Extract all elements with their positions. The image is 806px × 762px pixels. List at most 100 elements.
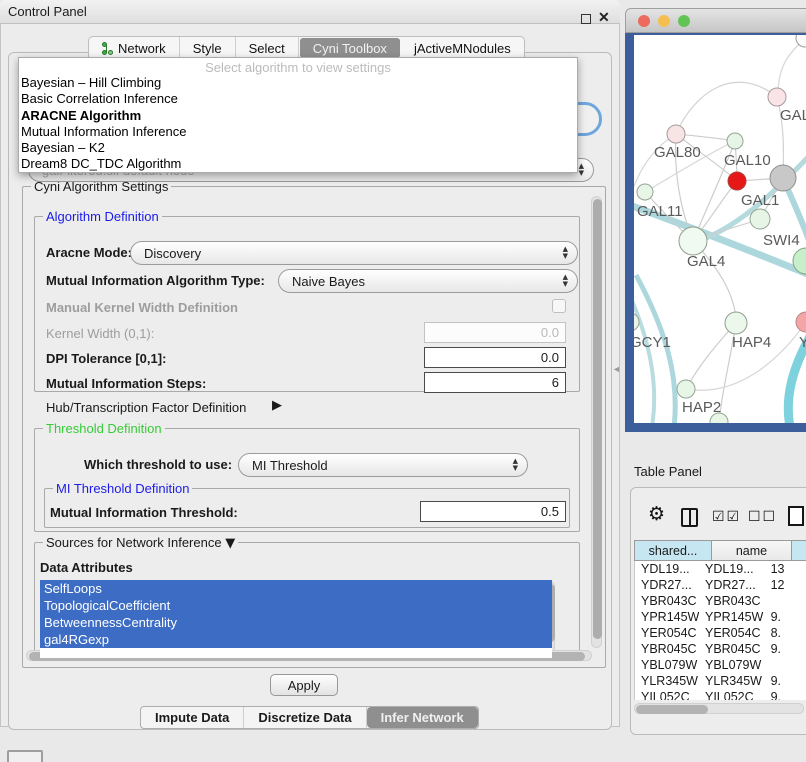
deselect-all-icon[interactable]: ☐☐ <box>748 509 777 525</box>
network-node[interactable] <box>637 184 653 200</box>
network-node[interactable] <box>725 312 747 334</box>
mi-steps-label: Mutual Information Steps: <box>46 376 206 391</box>
kernel-width-field[interactable]: 0.0 <box>424 322 566 343</box>
table-row[interactable]: YDR27...YDR27...12 <box>635 577 806 593</box>
table-cell: YIL052C <box>699 689 765 700</box>
table-row[interactable]: YLR345WYLR345W9. <box>635 673 806 689</box>
tab-cyni-toolbox[interactable]: Cyni Toolbox <box>300 38 400 58</box>
network-node[interactable] <box>679 227 707 255</box>
bottom-tab-impute-data[interactable]: Impute Data <box>141 707 244 728</box>
algorithm-option[interactable]: Bayesian – Hill Climbing <box>19 75 577 91</box>
manual-kernel-checkbox[interactable] <box>552 299 566 313</box>
stepper-arrows-icon: ▲▼ <box>579 163 584 177</box>
network-node[interactable] <box>727 133 743 149</box>
settings-scrollbar-thumb[interactable] <box>593 199 602 639</box>
network-edge[interactable] <box>634 134 676 322</box>
data-attributes-list[interactable]: SelfLoopsTopologicalCoefficientBetweenne… <box>40 580 552 658</box>
table-row[interactable]: YBR045CYBR045C9. <box>635 641 806 657</box>
algorithm-option[interactable]: Basic Correlation Inference <box>19 91 577 107</box>
table-cell: YBR045C <box>699 641 765 657</box>
network-node[interactable] <box>770 165 796 191</box>
attribute-item[interactable]: gal4RGexp <box>40 631 552 648</box>
data-attributes-label: Data Attributes <box>40 560 133 575</box>
table-row[interactable]: YPR145WYPR145W9. <box>635 609 806 625</box>
table-row[interactable]: YBL079WYBL079W <box>635 657 806 673</box>
network-edge[interactable] <box>777 39 805 97</box>
mi-threshold-field[interactable]: 0.5 <box>420 501 566 522</box>
close-icon[interactable]: ✕ <box>598 9 610 26</box>
network-node[interactable] <box>768 88 786 106</box>
network-node[interactable] <box>677 380 695 398</box>
stepper-arrows-icon: ▲▼ <box>563 274 568 288</box>
select-all-icon[interactable]: ☑☑ <box>712 509 741 525</box>
table-hscrollbar-thumb[interactable] <box>636 705 708 714</box>
table-hscrollbar-track[interactable] <box>634 703 804 714</box>
close-traffic-light-icon[interactable] <box>638 15 650 27</box>
minimize-traffic-light-icon[interactable] <box>658 15 670 27</box>
apply-button[interactable]: Apply <box>270 674 338 696</box>
zoom-traffic-light-icon[interactable] <box>678 15 690 27</box>
mi-steps-field[interactable]: 6 <box>424 372 566 393</box>
splitter-collapse-handle[interactable]: ◄ <box>612 364 621 374</box>
algorithm-option[interactable]: Mutual Information Inference <box>19 124 577 140</box>
tab-select[interactable]: Select <box>236 37 299 59</box>
node-label: GAL10 <box>724 152 771 169</box>
algorithm-placeholder: Select algorithm to view settings <box>19 60 577 75</box>
settings-scrollbar-track[interactable] <box>591 196 602 648</box>
attribute-item[interactable]: TopologicalCoefficient <box>40 597 552 614</box>
algorithm-option[interactable]: Dream8 DC_TDC Algorithm <box>19 156 577 172</box>
network-node[interactable] <box>796 312 806 332</box>
network-canvas[interactable]: GALGAL80GAL10GAL1GAL11SWI4GAL4GCY1HAP4YH… <box>634 35 806 423</box>
dpi-tolerance-field[interactable]: 0.0 <box>424 347 566 368</box>
algorithm-option[interactable]: Bayesian – K2 <box>19 140 577 156</box>
bottom-tabbar: Impute DataDiscretize DataInfer Network <box>140 706 479 729</box>
attribute-item[interactable]: SelfLoops <box>40 580 552 597</box>
aracne-mode-combo[interactable]: Discovery ▲▼ <box>130 241 578 265</box>
table-cell: 13 <box>765 561 806 577</box>
table-row[interactable]: YIL052CYIL052C9. <box>635 689 806 700</box>
tab-jactivemnodules[interactable]: jActiveMNodules <box>401 37 524 59</box>
algorithm-option[interactable]: ARACNE Algorithm <box>19 108 577 124</box>
corner-grid-button[interactable] <box>7 750 43 762</box>
network-graph[interactable]: GALGAL80GAL10GAL1GAL11SWI4GAL4GCY1HAP4YH… <box>634 35 806 423</box>
table-row[interactable]: YDL19...YDL19...13 <box>635 561 806 577</box>
control-panel-tabbar: NetworkStyleSelectCyni ToolboxjActiveMNo… <box>88 36 525 59</box>
gear-icon[interactable]: ⚙ <box>648 503 665 525</box>
node-label: GAL1 <box>741 192 779 209</box>
table-cell: YBR043C <box>699 593 765 609</box>
expand-right-icon[interactable]: ▶ <box>272 398 282 413</box>
table-cell: 9. <box>765 673 806 689</box>
network-node[interactable] <box>728 172 746 190</box>
network-node[interactable] <box>667 125 685 143</box>
network-edge[interactable] <box>686 323 736 389</box>
collapse-down-icon[interactable]: ▼ <box>225 536 235 551</box>
column-header[interactable]: name <box>712 540 792 561</box>
network-node[interactable] <box>750 209 770 229</box>
document-icon[interactable] <box>788 506 804 526</box>
float-window-icon[interactable] <box>581 14 591 24</box>
table-cell: YBL079W <box>699 657 765 673</box>
which-threshold-value: MI Threshold <box>252 458 328 473</box>
tab-network[interactable]: Network <box>89 37 180 59</box>
node-label: Y <box>799 334 806 351</box>
tab-style[interactable]: Style <box>180 37 236 59</box>
which-threshold-combo[interactable]: MI Threshold ▲▼ <box>238 453 528 477</box>
mi-type-combo[interactable]: Naive Bayes ▲▼ <box>278 269 578 293</box>
table-row[interactable]: YBR043CYBR043C <box>635 593 806 609</box>
bottom-tab-discretize-data[interactable]: Discretize Data <box>244 707 366 728</box>
mi-type-label: Mutual Information Algorithm Type: <box>46 273 265 288</box>
network-edge[interactable] <box>676 82 777 134</box>
attribute-item[interactable]: BetweennessCentrality <box>40 614 552 631</box>
column-header[interactable]: shared... <box>634 540 712 561</box>
table-body[interactable]: YDL19...YDL19...13YDR27...YDR27...12YBR0… <box>634 561 806 700</box>
table-row[interactable]: YER054CYER054C8. <box>635 625 806 641</box>
node-label: HAP4 <box>732 334 771 351</box>
mi-threshold-title: MI Threshold Definition <box>53 481 192 496</box>
network-window-titlebar <box>625 8 806 33</box>
table-cell: YDL19... <box>635 561 699 577</box>
column-header[interactable] <box>792 540 806 561</box>
table-cell: YDR27... <box>635 577 699 593</box>
split-columns-icon[interactable] <box>681 508 698 527</box>
control-panel-title: Control Panel <box>8 4 87 19</box>
bottom-tab-infer-network[interactable]: Infer Network <box>367 707 478 728</box>
